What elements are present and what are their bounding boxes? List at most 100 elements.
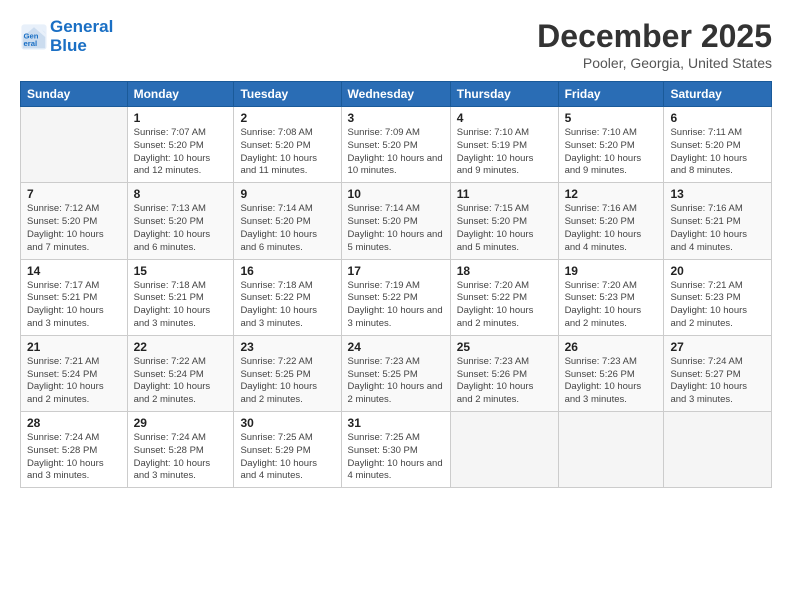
cell-date: 4 [457, 111, 552, 125]
header-row: Sunday Monday Tuesday Wednesday Thursday… [21, 82, 772, 107]
calendar-cell: 12Sunrise: 7:16 AMSunset: 5:20 PMDayligh… [558, 183, 664, 259]
logo-text: General Blue [50, 18, 113, 55]
cell-info: Sunrise: 7:14 AMSunset: 5:20 PMDaylight:… [348, 203, 444, 254]
cell-info: Sunrise: 7:09 AMSunset: 5:20 PMDaylight:… [348, 127, 444, 178]
calendar-cell: 29 Sunrise: 7:24 AMSunset: 5:28 PMDayligh… [127, 412, 234, 488]
week-row-3: 14 Sunrise: 7:17 AMSunset: 5:21 PMDayligh… [21, 259, 772, 335]
col-wednesday: Wednesday [341, 82, 450, 107]
calendar-page: Gen eral General Blue December 2025 Pool… [0, 0, 792, 612]
cell-date: 11 [457, 187, 552, 201]
cell-date: 13 [670, 187, 765, 201]
location: Pooler, Georgia, United States [537, 55, 772, 71]
cell-info: Sunrise: 7:12 AMSunset: 5:20 PMDaylight:… [27, 203, 121, 254]
cell-date: 10 [348, 187, 444, 201]
col-saturday: Saturday [664, 82, 772, 107]
calendar-cell [21, 107, 128, 183]
calendar-cell [558, 412, 664, 488]
title-block: December 2025 Pooler, Georgia, United St… [537, 18, 772, 71]
cell-date: 18 [457, 264, 552, 278]
week-row-2: 7Sunrise: 7:12 AMSunset: 5:20 PMDaylight… [21, 183, 772, 259]
cell-info: Sunrise: 7:23 AMSunset: 5:25 PMDaylight:… [348, 356, 444, 407]
cell-info: Sunrise: 7:24 AMSunset: 5:27 PMDaylight:… [670, 356, 765, 407]
calendar-cell: 5 Sunrise: 7:10 AMSunset: 5:20 PMDaylight… [558, 107, 664, 183]
cell-date: 8 [134, 187, 228, 201]
cell-date: 29 [134, 416, 228, 430]
cell-info: Sunrise: 7:18 AMSunset: 5:21 PMDaylight:… [134, 280, 228, 331]
calendar-cell: 30 Sunrise: 7:25 AMSunset: 5:29 PMDayligh… [234, 412, 341, 488]
cell-info: Sunrise: 7:10 AMSunset: 5:19 PMDaylight:… [457, 127, 552, 178]
cell-date: 24 [348, 340, 444, 354]
week-row-5: 28 Sunrise: 7:24 AMSunset: 5:28 PMDayligh… [21, 412, 772, 488]
calendar-cell: 7Sunrise: 7:12 AMSunset: 5:20 PMDaylight… [21, 183, 128, 259]
calendar-cell: 10 Sunrise: 7:14 AMSunset: 5:20 PMDayligh… [341, 183, 450, 259]
logo-icon: Gen eral [20, 23, 48, 51]
cell-date: 30 [240, 416, 334, 430]
calendar-cell: 14 Sunrise: 7:17 AMSunset: 5:21 PMDayligh… [21, 259, 128, 335]
cell-info: Sunrise: 7:16 AMSunset: 5:21 PMDaylight:… [670, 203, 765, 254]
cell-info: Sunrise: 7:14 AMSunset: 5:20 PMDaylight:… [240, 203, 334, 254]
cell-date: 6 [670, 111, 765, 125]
month-title: December 2025 [537, 18, 772, 55]
cell-info: Sunrise: 7:15 AMSunset: 5:20 PMDaylight:… [457, 203, 552, 254]
calendar-cell: 8 Sunrise: 7:13 AMSunset: 5:20 PMDaylight… [127, 183, 234, 259]
cell-date: 31 [348, 416, 444, 430]
cell-info: Sunrise: 7:13 AMSunset: 5:20 PMDaylight:… [134, 203, 228, 254]
cell-date: 27 [670, 340, 765, 354]
cell-date: 14 [27, 264, 121, 278]
cell-info: Sunrise: 7:18 AMSunset: 5:22 PMDaylight:… [240, 280, 334, 331]
calendar-cell: 21Sunrise: 7:21 AMSunset: 5:24 PMDayligh… [21, 335, 128, 411]
calendar-cell: 11 Sunrise: 7:15 AMSunset: 5:20 PMDayligh… [450, 183, 558, 259]
svg-text:eral: eral [24, 39, 38, 48]
calendar-cell: 6Sunrise: 7:11 AMSunset: 5:20 PMDaylight… [664, 107, 772, 183]
cell-info: Sunrise: 7:25 AMSunset: 5:29 PMDaylight:… [240, 432, 334, 483]
calendar-table: Sunday Monday Tuesday Wednesday Thursday… [20, 81, 772, 488]
calendar-cell: 23Sunrise: 7:22 AMSunset: 5:25 PMDayligh… [234, 335, 341, 411]
calendar-cell: 3 Sunrise: 7:09 AMSunset: 5:20 PMDaylight… [341, 107, 450, 183]
cell-info: Sunrise: 7:10 AMSunset: 5:20 PMDaylight:… [565, 127, 658, 178]
cell-date: 2 [240, 111, 334, 125]
cell-date: 16 [240, 264, 334, 278]
cell-info: Sunrise: 7:21 AMSunset: 5:23 PMDaylight:… [670, 280, 765, 331]
cell-date: 28 [27, 416, 121, 430]
calendar-cell: 19 Sunrise: 7:20 AMSunset: 5:23 PMDayligh… [558, 259, 664, 335]
calendar-cell: 27 Sunrise: 7:24 AMSunset: 5:27 PMDayligh… [664, 335, 772, 411]
header: Gen eral General Blue December 2025 Pool… [20, 18, 772, 71]
calendar-cell: 15 Sunrise: 7:18 AMSunset: 5:21 PMDayligh… [127, 259, 234, 335]
calendar-cell: 4 Sunrise: 7:10 AMSunset: 5:19 PMDaylight… [450, 107, 558, 183]
cell-info: Sunrise: 7:20 AMSunset: 5:23 PMDaylight:… [565, 280, 658, 331]
col-friday: Friday [558, 82, 664, 107]
cell-info: Sunrise: 7:08 AMSunset: 5:20 PMDaylight:… [240, 127, 334, 178]
cell-info: Sunrise: 7:25 AMSunset: 5:30 PMDaylight:… [348, 432, 444, 483]
cell-date: 1 [134, 111, 228, 125]
cell-date: 5 [565, 111, 658, 125]
cell-date: 23 [240, 340, 334, 354]
col-sunday: Sunday [21, 82, 128, 107]
cell-info: Sunrise: 7:23 AMSunset: 5:26 PMDaylight:… [457, 356, 552, 407]
calendar-cell: 22 Sunrise: 7:22 AMSunset: 5:24 PMDayligh… [127, 335, 234, 411]
cell-date: 20 [670, 264, 765, 278]
cell-info: Sunrise: 7:22 AMSunset: 5:24 PMDaylight:… [134, 356, 228, 407]
col-thursday: Thursday [450, 82, 558, 107]
cell-date: 22 [134, 340, 228, 354]
cell-date: 19 [565, 264, 658, 278]
calendar-cell: 1 Sunrise: 7:07 AMSunset: 5:20 PMDaylight… [127, 107, 234, 183]
cell-info: Sunrise: 7:19 AMSunset: 5:22 PMDaylight:… [348, 280, 444, 331]
calendar-cell [664, 412, 772, 488]
col-tuesday: Tuesday [234, 82, 341, 107]
calendar-cell: 18Sunrise: 7:20 AMSunset: 5:22 PMDayligh… [450, 259, 558, 335]
calendar-cell: 28Sunrise: 7:24 AMSunset: 5:28 PMDayligh… [21, 412, 128, 488]
calendar-cell: 24 Sunrise: 7:23 AMSunset: 5:25 PMDayligh… [341, 335, 450, 411]
week-row-1: 1 Sunrise: 7:07 AMSunset: 5:20 PMDaylight… [21, 107, 772, 183]
cell-date: 12 [565, 187, 658, 201]
calendar-cell: 13 Sunrise: 7:16 AMSunset: 5:21 PMDayligh… [664, 183, 772, 259]
calendar-cell: 26Sunrise: 7:23 AMSunset: 5:26 PMDayligh… [558, 335, 664, 411]
logo-general: General [50, 17, 113, 36]
calendar-cell: 25Sunrise: 7:23 AMSunset: 5:26 PMDayligh… [450, 335, 558, 411]
cell-date: 3 [348, 111, 444, 125]
cell-date: 15 [134, 264, 228, 278]
calendar-cell: 20 Sunrise: 7:21 AMSunset: 5:23 PMDayligh… [664, 259, 772, 335]
cell-info: Sunrise: 7:17 AMSunset: 5:21 PMDaylight:… [27, 280, 121, 331]
cell-info: Sunrise: 7:07 AMSunset: 5:20 PMDaylight:… [134, 127, 228, 178]
cell-info: Sunrise: 7:23 AMSunset: 5:26 PMDaylight:… [565, 356, 658, 407]
cell-info: Sunrise: 7:24 AMSunset: 5:28 PMDaylight:… [134, 432, 228, 483]
